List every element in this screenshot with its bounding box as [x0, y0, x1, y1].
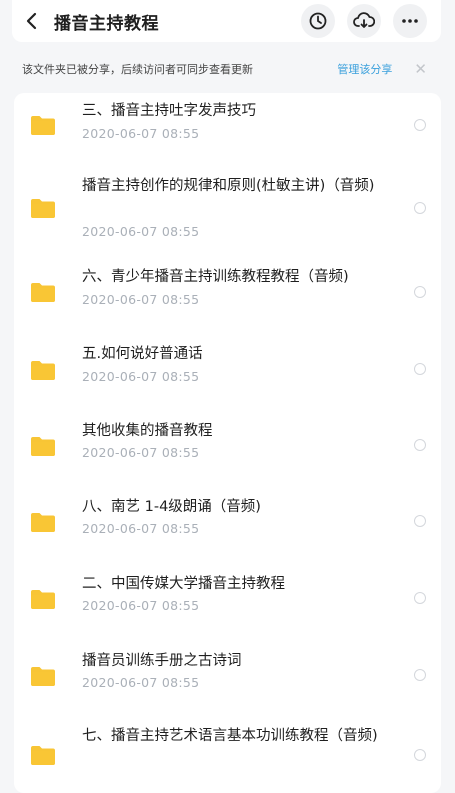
chevron-left-icon: [26, 12, 37, 30]
list-item[interactable]: 七、播音主持艺术语言基本功训练教程（音频): [14, 720, 441, 793]
more-button[interactable]: [393, 4, 427, 38]
select-radio[interactable]: [414, 439, 426, 451]
file-name: 其他收集的播音教程: [82, 423, 213, 439]
file-list: 三、播音主持吐字发声技巧 2020-06-07 08:55 播音主持创作的规律和…: [14, 93, 441, 793]
file-name: 六、青少年播音主持训练教程教程（音频): [82, 269, 349, 285]
file-name: 八、南艺 1-4级朗诵（音频): [82, 499, 261, 515]
list-item[interactable]: 播音员训练手册之古诗词 2020-06-07 08:55: [14, 644, 441, 720]
share-notice-bar: 该文件夹已被分享，后续访问者可同步查看更新 管理该分享 ✕: [12, 54, 441, 84]
select-radio[interactable]: [414, 119, 426, 131]
folder-icon: [30, 589, 56, 610]
file-date: 2020-06-07 08:55: [82, 224, 200, 239]
folder-icon: [30, 666, 56, 687]
close-icon[interactable]: ✕: [414, 60, 427, 78]
back-button[interactable]: [16, 5, 48, 37]
folder-icon: [30, 512, 56, 533]
list-item[interactable]: 五.如何说好普通话 2020-06-07 08:55: [14, 337, 441, 414]
file-name: 三、播音主持吐字发声技巧: [82, 103, 256, 119]
share-notice-text: 该文件夹已被分享，后续访问者可同步查看更新: [22, 63, 253, 76]
history-button[interactable]: [301, 4, 335, 38]
list-item[interactable]: 其他收集的播音教程 2020-06-07 08:55: [14, 414, 441, 490]
file-date: 2020-06-07 08:55: [82, 675, 200, 690]
more-dots-icon: [402, 19, 418, 23]
select-radio[interactable]: [414, 592, 426, 604]
select-radio[interactable]: [414, 669, 426, 681]
manage-share-link[interactable]: 管理该分享: [337, 61, 392, 77]
history-icon: [309, 12, 327, 30]
select-radio[interactable]: [414, 286, 426, 298]
file-date: 2020-06-07 08:55: [82, 369, 200, 384]
select-radio[interactable]: [414, 749, 426, 761]
list-item[interactable]: 六、青少年播音主持训练教程教程（音频) 2020-06-07 08:55: [14, 257, 441, 337]
file-name: 播音主持创作的规律和原则(杜敏主讲)（音频): [82, 178, 375, 194]
file-name: 播音员训练手册之古诗词: [82, 653, 242, 669]
file-date: 2020-06-07 08:55: [82, 445, 200, 460]
cloud-sync-button[interactable]: [347, 4, 381, 38]
cloud-sync-icon: [353, 12, 375, 28]
file-name: 五.如何说好普通话: [82, 346, 203, 362]
file-date: 2020-06-07 08:55: [82, 292, 200, 307]
file-date: 2020-06-07 08:55: [82, 598, 200, 613]
list-item[interactable]: 二、中国传媒大学播音主持教程 2020-06-07 08:55: [14, 567, 441, 644]
folder-icon: [30, 745, 56, 766]
list-item[interactable]: 八、南艺 1-4级朗诵（音频) 2020-06-07 08:55: [14, 490, 441, 567]
folder-icon: [30, 360, 56, 381]
list-item[interactable]: 播音主持创作的规律和原则(杜敏主讲)（音频) 2020-06-07 08:55: [14, 169, 441, 257]
page-title: 播音主持教程: [54, 13, 159, 34]
select-radio[interactable]: [414, 363, 426, 375]
folder-icon: [30, 436, 56, 457]
list-item[interactable]: 三、播音主持吐字发声技巧 2020-06-07 08:55: [14, 93, 441, 169]
file-date: 2020-06-07 08:55: [82, 126, 200, 141]
folder-icon: [30, 198, 56, 219]
folder-icon: [30, 115, 56, 136]
select-radio[interactable]: [414, 202, 426, 214]
select-radio[interactable]: [414, 515, 426, 527]
file-date: 2020-06-07 08:55: [82, 521, 200, 536]
file-name: 七、播音主持艺术语言基本功训练教程（音频): [82, 728, 378, 744]
top-bar: 播音主持教程: [12, 0, 441, 42]
folder-icon: [30, 282, 56, 303]
file-name: 二、中国传媒大学播音主持教程: [82, 576, 285, 592]
